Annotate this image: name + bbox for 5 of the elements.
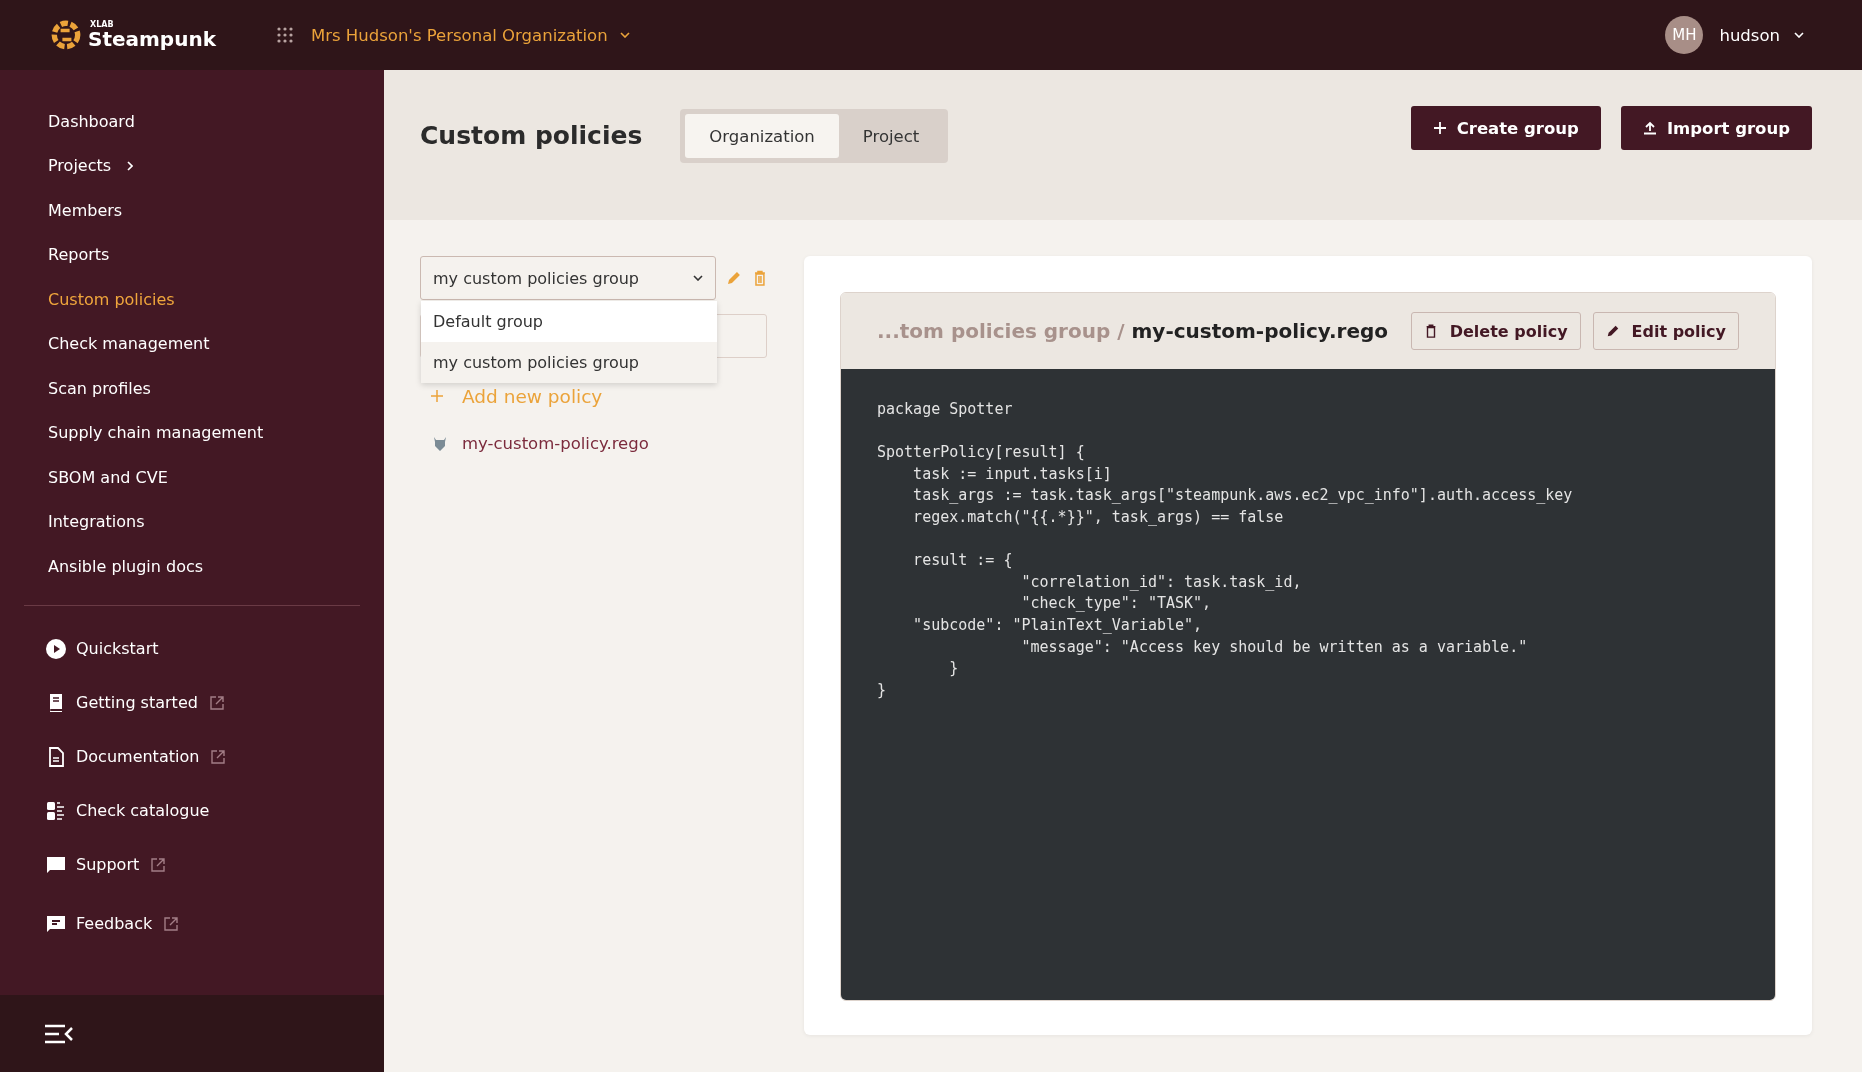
logo-subtitle: XLAB bbox=[90, 21, 115, 29]
code-text: package Spotter SpotterPolicy[result] { task := input.tasks[i] task_args := task.task_args["steampunk.aws.ec2_vpc_info"].auth.access_key regex.match("{{.*}}", task_args) == false result := { "correlation_id": task.task_id, "check_type": "TASK", "subcode": "PlainText_Variable", "message": "Access key should be written as a variable." } } bbox=[877, 399, 1573, 701]
page-title: Custom policies bbox=[420, 120, 643, 152]
breadcrumb: ...tom policies group / my-custom-policy.rego bbox=[877, 319, 1390, 343]
logo-title: Steampunk bbox=[88, 29, 216, 49]
